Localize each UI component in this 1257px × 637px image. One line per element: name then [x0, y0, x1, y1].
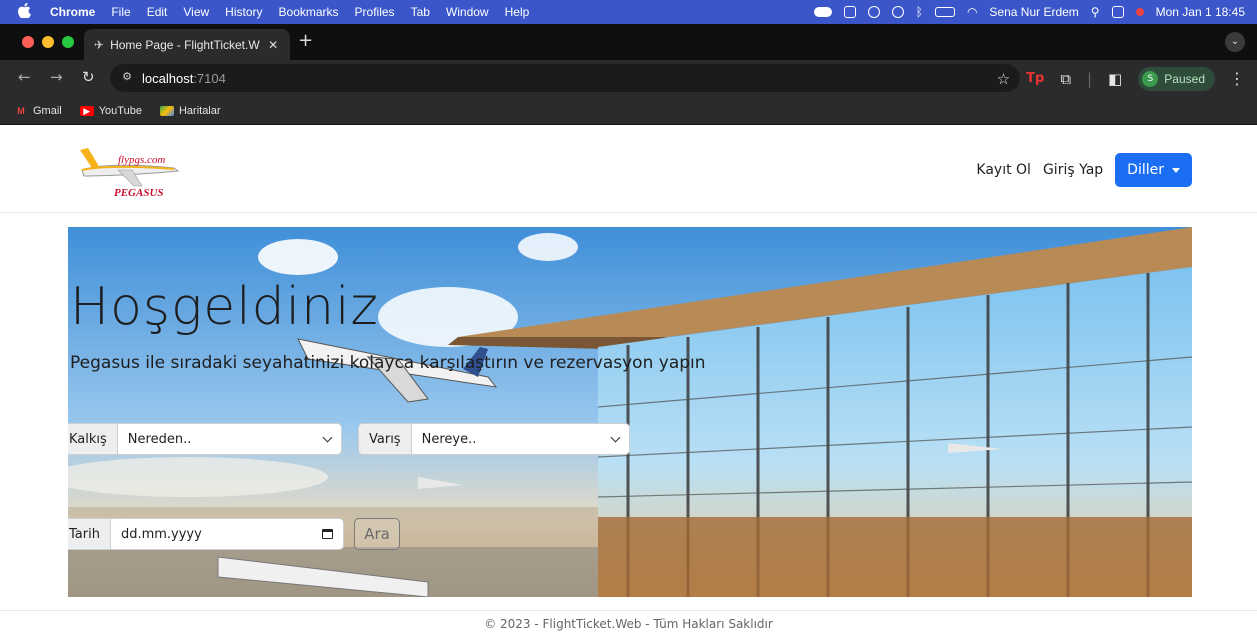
date-label: Tarih [68, 519, 111, 549]
apple-menu-icon[interactable] [18, 2, 34, 21]
pegasus-logo[interactable]: flypgs.com PEGASUS [78, 144, 190, 202]
bookmark-youtube[interactable]: ▶ YouTube [79, 104, 142, 117]
bluetooth-icon[interactable]: ᛒ [916, 5, 923, 19]
toolbar-divider: | [1087, 69, 1093, 88]
tab-close-icon[interactable]: ✕ [268, 38, 278, 52]
departure-selected-value: Nereden.. [127, 431, 192, 447]
departure-input-group: Kalkış Nereden.. [68, 423, 342, 455]
date-placeholder: dd.mm.yyyy [120, 526, 202, 542]
youtube-icon: ▶ [79, 105, 94, 116]
browser-menu-icon[interactable]: ⋮ [1229, 69, 1245, 88]
arrival-select[interactable]: Nereye.. [411, 424, 629, 454]
bookmark-label: YouTube [98, 104, 142, 117]
menu-file[interactable]: File [111, 5, 130, 19]
profile-status: Paused [1164, 71, 1205, 86]
menu-history[interactable]: History [225, 5, 262, 19]
extension-tp-icon[interactable]: Tp [1026, 71, 1044, 86]
languages-label: Diller [1127, 162, 1164, 178]
departure-label: Kalkış [68, 424, 118, 454]
bookmarks-bar: M Gmail ▶ YouTube Haritalar [0, 97, 1257, 125]
site-footer: © 2023 - FlightTicket.Web - Tüm Hakları … [0, 610, 1257, 637]
wifi-icon[interactable]: ◠ [967, 5, 977, 19]
register-link[interactable]: Kayıt Ol [976, 162, 1031, 178]
date-input[interactable]: dd.mm.yyyy [110, 519, 343, 549]
chevron-down-icon [322, 432, 333, 442]
hero-subtitle: Pegasus ile sıradaki seyahatinizi kolayc… [70, 353, 706, 373]
departure-select[interactable]: Nereden.. [117, 424, 341, 454]
languages-dropdown-button[interactable]: Diller [1115, 153, 1192, 187]
menu-bar-user[interactable]: Sena Nur Erdem [989, 5, 1078, 19]
battery-icon[interactable] [934, 7, 955, 17]
profile-button[interactable]: S Paused [1138, 66, 1215, 91]
hero-banner: Hoşgeldiniz Pegasus ile sıradaki seyahat… [68, 227, 1192, 597]
menu-bookmarks[interactable]: Bookmarks [279, 5, 339, 19]
menu-help[interactable]: Help [505, 5, 530, 19]
bookmark-maps[interactable]: Haritalar [159, 104, 221, 117]
side-panel-icon[interactable]: ◧ [1108, 70, 1122, 88]
menu-window[interactable]: Window [446, 5, 489, 19]
bookmark-label: Haritalar [178, 104, 221, 117]
profile-avatar: S [1142, 70, 1159, 87]
site-info-icon[interactable]: ⚙ [118, 70, 136, 86]
menu-tab[interactable]: Tab [411, 5, 430, 19]
arrival-selected-value: Nereye.. [421, 431, 477, 447]
reload-icon[interactable]: ↻ [82, 68, 95, 86]
menu-bar-status-area: ᛒ ◠ Sena Nur Erdem ⚲ Mon Jan 1 18:45 [813, 0, 1245, 24]
calendar-icon[interactable] [322, 529, 333, 539]
extensions-puzzle-icon[interactable]: ⧉ [1060, 70, 1071, 88]
browser-toolbar: ← → ↻ ⚙ localhost :7104 ☆ Tp ⧉ | ◧ S Pau… [0, 60, 1257, 97]
menu-app-chrome[interactable]: Chrome [50, 5, 95, 19]
arrival-label: Varış [359, 424, 412, 454]
control-center-icon[interactable] [1111, 6, 1124, 18]
menu-bar-clock[interactable]: Mon Jan 1 18:45 [1156, 5, 1245, 19]
search-button[interactable]: Ara [354, 518, 400, 550]
arrival-input-group: Varış Nereye.. [358, 423, 630, 455]
forward-arrow-icon[interactable]: → [50, 68, 63, 86]
play-circle-icon[interactable] [891, 6, 904, 18]
siri-icon[interactable] [1135, 8, 1144, 16]
bookmark-star-icon[interactable]: ☆ [997, 70, 1010, 88]
address-bar[interactable]: ⚙ localhost :7104 [110, 64, 1020, 92]
teams-icon[interactable] [843, 6, 856, 18]
menu-profiles[interactable]: Profiles [355, 5, 395, 19]
navbar-links: Kayıt Ol Giriş Yap Diller [976, 153, 1192, 187]
macos-menu-bar: Chrome File Edit View History Bookmarks … [0, 0, 1257, 24]
caret-down-icon [1172, 167, 1180, 173]
url-host: localhost [142, 70, 194, 86]
hero-title: Hoşgeldiniz [70, 277, 379, 337]
new-tab-button[interactable]: + [298, 30, 313, 51]
browser-tab-active[interactable]: ✈ Home Page - FlightTicket.Web ✕ [84, 29, 290, 60]
tab-title: Home Page - FlightTicket.Web [110, 37, 261, 52]
url-port: :7104 [193, 70, 226, 86]
back-arrow-icon[interactable]: ← [18, 68, 31, 86]
date-input-group: Tarih dd.mm.yyyy [68, 518, 344, 550]
menu-view[interactable]: View [183, 5, 209, 19]
spotlight-search-icon[interactable]: ⚲ [1091, 5, 1100, 19]
toolbar-actions: ☆ Tp ⧉ | ◧ S Paused ⋮ [997, 60, 1257, 97]
airplane-favicon-icon: ✈ [94, 37, 105, 52]
bookmark-gmail[interactable]: M Gmail [14, 104, 62, 117]
logo-site-text: flypgs.com [118, 154, 165, 166]
maps-icon [159, 105, 174, 116]
window-minimize-button[interactable] [42, 36, 54, 48]
turtle-icon[interactable] [867, 6, 880, 18]
logo-brand-text: PEGASUS [114, 187, 164, 199]
chevron-down-icon [610, 432, 621, 442]
login-link[interactable]: Giriş Yap [1043, 162, 1103, 178]
bookmark-label: Gmail [33, 104, 62, 117]
cloud-icon[interactable] [813, 7, 832, 17]
window-zoom-button[interactable] [62, 36, 74, 48]
web-page: flypgs.com PEGASUS Kayıt Ol Giriş Yap Di… [0, 126, 1257, 637]
browser-tab-strip: ✈ Home Page - FlightTicket.Web ✕ + ⌄ [0, 24, 1257, 60]
menu-edit[interactable]: Edit [147, 5, 168, 19]
window-close-button[interactable] [22, 36, 34, 48]
gmail-icon: M [17, 105, 25, 116]
site-navbar: flypgs.com PEGASUS Kayıt Ol Giriş Yap Di… [0, 126, 1257, 213]
tab-search-chevron-icon[interactable]: ⌄ [1225, 32, 1245, 52]
